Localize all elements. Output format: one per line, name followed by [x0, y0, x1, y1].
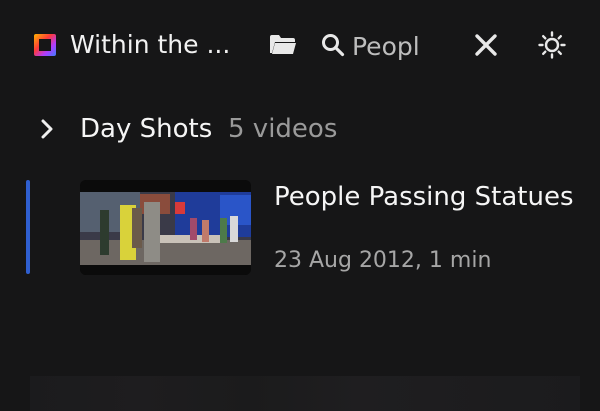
folder-icon[interactable]: [269, 33, 297, 61]
list-item-video[interactable]: People Passing Statues 23 Aug 2012, 1 mi…: [0, 172, 600, 282]
close-icon[interactable]: [474, 33, 498, 61]
background-ghost-strip: [30, 376, 580, 411]
selection-indicator: [26, 180, 30, 274]
video-title: People Passing Statues: [274, 182, 574, 212]
header: Within the ...: [0, 0, 600, 92]
group-title: Day Shots: [80, 114, 213, 144]
app-logo-icon: [34, 34, 56, 56]
chevron-right-icon[interactable]: [40, 118, 54, 144]
video-meta: 23 Aug 2012, 1 min: [274, 248, 492, 273]
group-header-day-shots[interactable]: Day Shots 5 videos: [0, 108, 600, 152]
search-icon: [321, 33, 345, 61]
page-title: Within the ...: [70, 30, 231, 59]
group-count: 5 videos: [228, 114, 338, 144]
video-thumbnail[interactable]: [80, 180, 251, 275]
sun-icon[interactable]: [538, 31, 566, 63]
search-input[interactable]: [352, 29, 452, 63]
